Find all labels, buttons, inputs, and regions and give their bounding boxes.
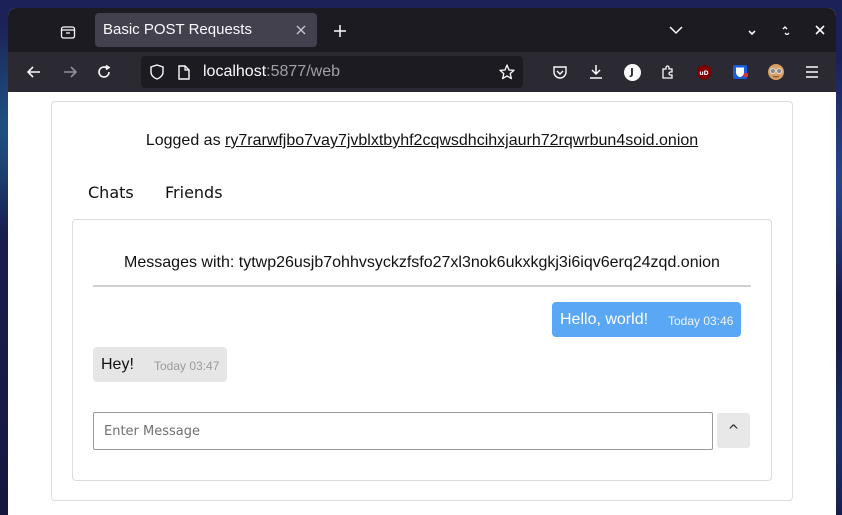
chevron-down-icon [669, 26, 683, 35]
pocket-icon [553, 66, 567, 79]
bitwarden-button[interactable] [726, 58, 754, 86]
window-close-button[interactable] [808, 18, 832, 42]
navigation-toolbar: localhost:5877/web J uD [8, 52, 836, 92]
extensions-button[interactable] [654, 58, 682, 86]
tab-list-button[interactable] [52, 16, 84, 48]
app-menu-button[interactable] [798, 58, 826, 86]
logged-as-line: Logged as ry7rarwfjbo7vay7jvblxtbyhf2cqw… [52, 132, 792, 150]
tab-bar: Basic POST Requests [8, 8, 836, 52]
page-icon[interactable] [174, 62, 194, 82]
url-path: :5877/web [266, 63, 340, 80]
message-timestamp: Today 03:46 [668, 314, 734, 328]
logged-user-link[interactable]: ry7rarwfjbo7vay7jvblxtbyhf2cqwsdhcihxjau… [225, 132, 698, 149]
tab-title: Basic POST Requests [103, 21, 252, 38]
ublock-icon: uD [697, 64, 711, 80]
url-bar[interactable]: localhost:5877/web [141, 56, 523, 88]
forward-button[interactable] [56, 58, 84, 86]
arrow-left-icon [26, 66, 40, 78]
send-button[interactable]: ^ [717, 413, 750, 448]
reload-button[interactable] [90, 58, 118, 86]
plus-icon [334, 25, 346, 37]
reload-icon [98, 64, 111, 78]
window-maximize-button[interactable] [774, 18, 798, 42]
message-timestamp: Today 03:47 [154, 359, 220, 373]
chat-header: Messages with: tytwp26usjb7ohhvsyckzfsfo… [124, 254, 720, 271]
url-text[interactable]: localhost:5877/web [203, 56, 340, 88]
mask-face-icon [768, 64, 784, 80]
tracking-protection-icon[interactable] [147, 62, 167, 82]
back-button[interactable] [20, 58, 48, 86]
message-bubble-outgoing: Hello, world! Today 03:46 [552, 302, 741, 337]
extension-avatar-button[interactable] [762, 58, 790, 86]
minimize-icon [748, 30, 756, 35]
ublock-label: uD [699, 70, 708, 77]
bitwarden-icon [733, 65, 748, 79]
chat-divider [93, 285, 751, 287]
message-input[interactable] [93, 412, 713, 450]
tab-friends[interactable]: Friends [165, 183, 223, 202]
tab-list-icon [60, 26, 76, 39]
message-text: Hey! [101, 356, 134, 373]
pocket-button[interactable] [546, 58, 574, 86]
downloads-button[interactable] [582, 58, 610, 86]
bookmark-star-icon[interactable] [497, 62, 517, 82]
arrow-right-icon [64, 66, 78, 78]
close-icon [815, 25, 825, 35]
tab-basic-post-requests[interactable]: Basic POST Requests [95, 13, 317, 47]
account-button[interactable]: J [618, 58, 646, 86]
hamburger-menu-icon [806, 66, 818, 78]
page-content: Logged as ry7rarwfjbo7vay7jvblxtbyhf2cqw… [8, 92, 836, 515]
ublock-origin-button[interactable]: uD [690, 58, 718, 86]
puzzle-icon [662, 65, 673, 79]
tab-close-icon[interactable] [291, 20, 311, 40]
app-card: Logged as ry7rarwfjbo7vay7jvblxtbyhf2cqw… [51, 101, 793, 501]
browser-window: Basic POST Requests localhost:5877/web J… [8, 8, 836, 515]
logged-as-label: Logged as [145, 132, 221, 149]
profile-avatar: J [623, 63, 641, 81]
url-host: localhost [203, 63, 267, 80]
restore-icon [782, 26, 790, 35]
list-all-tabs-button[interactable] [662, 16, 690, 44]
chat-panel: Messages with: tytwp26usjb7ohhvsyckzfsfo… [72, 219, 772, 481]
window-minimize-button[interactable] [740, 18, 764, 42]
download-icon [590, 65, 602, 79]
message-text: Hello, world! [560, 311, 649, 328]
tab-chats[interactable]: Chats [88, 183, 134, 202]
message-bubble-incoming: Hey! Today 03:47 [93, 347, 227, 382]
new-tab-button[interactable] [325, 16, 355, 46]
